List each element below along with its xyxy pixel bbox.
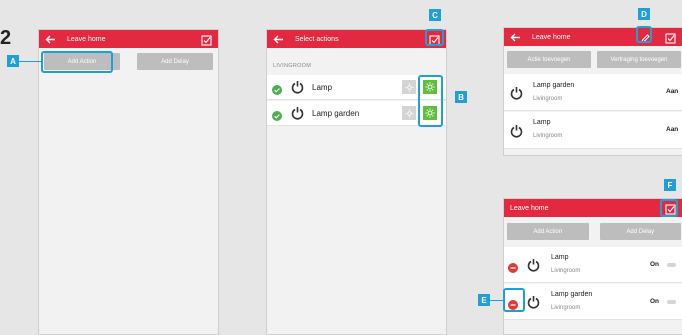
add-delay-button[interactable]: Vertraging toevoegen — [597, 51, 681, 68]
item-room: Livingroom — [551, 268, 581, 274]
item-state: On — [650, 298, 660, 305]
power-icon — [510, 86, 523, 105]
list-item[interactable]: Lamp Livingroom Aan — [504, 112, 682, 149]
back-arrow-icon[interactable] — [45, 33, 57, 45]
item-label: Lamp — [533, 119, 551, 126]
callout-a-connector — [19, 61, 41, 62]
list-item[interactable]: Lamp Livingroom On — [504, 247, 682, 283]
add-delay-button[interactable]: Add Delay — [137, 53, 213, 70]
page-title: Leave home — [510, 204, 549, 212]
highlight-delete-icon — [503, 288, 525, 312]
highlight-confirm-check — [425, 29, 444, 46]
add-delay-button[interactable]: Add Delay — [599, 223, 681, 240]
item-label: Lamp garden — [312, 109, 360, 118]
callout-c: C — [429, 9, 441, 21]
item-state: Aan — [666, 126, 679, 133]
confirm-check-icon[interactable] — [665, 31, 676, 44]
header-bar: Leave home — [504, 199, 682, 217]
item-state: On — [650, 261, 660, 268]
screen-leave-home-empty: Leave home Add Action Add Delay — [38, 29, 219, 335]
callout-d: D — [638, 8, 650, 20]
item-room: Livingroom — [533, 96, 563, 102]
power-icon — [291, 106, 304, 125]
power-icon — [510, 124, 523, 143]
confirm-check-icon[interactable] — [201, 33, 212, 46]
header-bar: Leave home — [504, 28, 682, 46]
action-buttons-row: Add Action Add Delay — [504, 217, 682, 246]
highlight-lamp-on-buttons — [418, 75, 443, 127]
back-arrow-icon[interactable] — [273, 33, 285, 45]
header-bar: Select actions — [267, 30, 446, 48]
header-bar: Leave home — [39, 30, 218, 48]
list-item[interactable]: Lamp garden Livingroom On — [504, 284, 682, 320]
highlight-add-action — [41, 51, 113, 73]
item-room: Livingroom — [533, 133, 563, 139]
item-room: Livingroom — [551, 305, 581, 311]
power-icon — [527, 258, 540, 277]
callout-b: B — [455, 91, 467, 103]
item-state: Aan — [666, 88, 679, 95]
back-arrow-icon[interactable] — [510, 31, 522, 43]
item-label: Lamp — [551, 254, 569, 261]
state-toggle[interactable] — [667, 263, 676, 267]
page-title: Leave home — [67, 35, 106, 43]
power-icon — [527, 295, 540, 314]
add-action-button[interactable]: Actie toevoegen — [507, 51, 591, 68]
step-number: 2 — [0, 27, 12, 49]
section-label: LIVINGROOM — [273, 63, 312, 69]
lamp-off-button[interactable] — [402, 106, 416, 120]
add-action-button[interactable]: Add Action — [507, 223, 589, 240]
callout-e-connector — [490, 300, 503, 301]
callout-a: A — [7, 55, 19, 67]
delete-icon[interactable] — [508, 260, 518, 278]
page-title: Leave home — [532, 33, 571, 41]
screen-leave-home-dutch: Leave home Actie toevoegen Vertraging to… — [503, 27, 682, 156]
action-buttons-row: Actie toevoegen Vertraging toevoegen — [504, 46, 682, 73]
item-label: Lamp — [312, 83, 333, 92]
screen-leave-home-edit: Leave home Add Action Add Delay Lamp Liv… — [503, 198, 682, 335]
item-label: Lamp garden — [533, 82, 575, 89]
state-toggle[interactable] — [667, 300, 676, 304]
callout-f: F — [664, 179, 676, 191]
power-icon — [291, 80, 304, 99]
lamp-off-button[interactable] — [402, 80, 416, 94]
selected-check-icon — [272, 108, 282, 126]
highlight-confirm-check-edit — [660, 199, 678, 217]
selected-check-icon — [272, 82, 282, 100]
highlight-edit-pencil — [636, 26, 652, 43]
page-title: Select actions — [295, 35, 339, 43]
list-item[interactable]: Lamp garden Livingroom Aan — [504, 74, 682, 111]
item-label: Lamp garden — [551, 291, 593, 298]
callout-e: E — [478, 294, 490, 306]
